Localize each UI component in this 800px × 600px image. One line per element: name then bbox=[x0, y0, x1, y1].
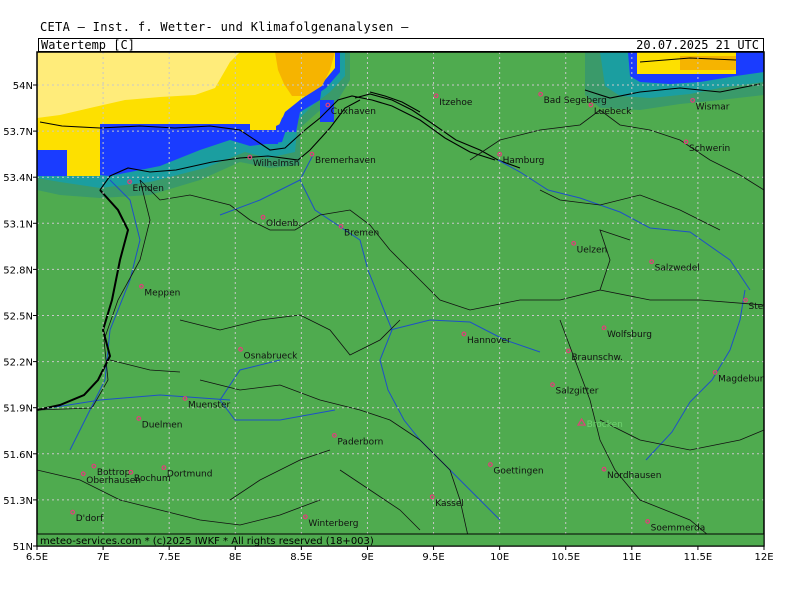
city-label: Braunschw. bbox=[571, 353, 623, 363]
city-label: Itzehoe bbox=[439, 98, 473, 108]
city-label: Schwerin bbox=[689, 144, 730, 154]
city-label: Osnabrueck bbox=[244, 351, 299, 361]
lon-label: 11E bbox=[622, 552, 641, 563]
city-label: Goettingen bbox=[493, 467, 543, 477]
lon-label: 11.5E bbox=[684, 552, 713, 563]
city-label: Stendal bbox=[748, 302, 782, 312]
city-label: Bochum bbox=[134, 474, 171, 484]
lon-label: 6.5E bbox=[26, 552, 48, 563]
city-label: Nordhausen bbox=[607, 471, 661, 481]
city-label: Kassel bbox=[435, 499, 464, 509]
city-label: Hannover bbox=[467, 336, 511, 346]
lat-label: 52.2N bbox=[3, 358, 33, 369]
city-label: Salzgitter bbox=[556, 387, 599, 397]
city-label: Bad Segeberg bbox=[544, 96, 607, 106]
lon-label: 12E bbox=[754, 552, 773, 563]
lat-label: 54N bbox=[13, 81, 33, 92]
city-label: Luebeck bbox=[594, 107, 632, 117]
city-label: Cuxhaven bbox=[331, 107, 376, 117]
footer-credit: meteo-services.com * (c)2025 IWKF * All … bbox=[40, 536, 374, 547]
map-area: Itzehoe Bad SegebergLuebeck Wismar Cuxhaven… bbox=[37, 52, 782, 546]
city-label: D'dorf bbox=[76, 514, 104, 524]
lon-axis-labels: 6.5E 7E 7.5E 8E 8.5E 9E 9.5E 10E 10.5E 11E 11.5E 12… bbox=[26, 546, 774, 563]
lon-label: 8E bbox=[229, 552, 242, 563]
lat-label: 51.6N bbox=[3, 450, 33, 461]
lat-axis-labels: 54N 53.7N 53.4N 53.1N 52.8N 52.5N 52.2N 51.9N 51… bbox=[3, 81, 37, 553]
city-label: Oldenb. bbox=[266, 219, 301, 229]
lat-label: 53.1N bbox=[3, 219, 33, 230]
city-label: Meppen bbox=[144, 288, 180, 298]
city-label: Emden bbox=[133, 184, 164, 194]
peak-label: Brocken bbox=[587, 420, 623, 430]
city-label: Oberhausen bbox=[86, 476, 141, 486]
lon-label: 7E bbox=[97, 552, 110, 563]
lat-label: 51.3N bbox=[3, 496, 33, 507]
lon-label: 8.5E bbox=[290, 552, 312, 563]
lon-label: 10E bbox=[490, 552, 509, 563]
city-label: Wilhelmsh bbox=[253, 159, 300, 169]
lat-label: 51N bbox=[13, 542, 33, 553]
lon-label: 7.5E bbox=[158, 552, 180, 563]
map-canvas: Itzehoe Bad SegebergLuebeck Wismar Cuxhaven… bbox=[3, 51, 782, 563]
city-label: Paderborn bbox=[337, 437, 383, 447]
city-label: Winterberg bbox=[308, 519, 358, 529]
lon-label: 10.5E bbox=[551, 552, 580, 563]
city-label: Bremen bbox=[344, 228, 379, 238]
city-label: Wolfsburg bbox=[607, 330, 652, 340]
lat-label: 53.7N bbox=[3, 127, 33, 138]
lon-label: 9E bbox=[361, 552, 374, 563]
city-label: Dortmund bbox=[167, 470, 213, 480]
city-label: Magdeburg bbox=[718, 374, 769, 384]
lat-label: 52.5N bbox=[3, 312, 33, 323]
lat-label: 51.9N bbox=[3, 404, 33, 415]
city-label: Wismar bbox=[696, 102, 730, 112]
lat-label: 52.8N bbox=[3, 265, 33, 276]
city-label: Salzwedel bbox=[655, 264, 700, 274]
lat-label: 53.4N bbox=[3, 173, 33, 184]
city-label: Hamburg bbox=[503, 156, 545, 166]
city-label: Soemmerda bbox=[651, 523, 706, 533]
city-label: Duelmen bbox=[142, 420, 183, 430]
city-label: Muenster bbox=[188, 400, 230, 410]
city-label: Bremerhaven bbox=[315, 156, 376, 166]
lon-label: 9.5E bbox=[422, 552, 444, 563]
city-label: Uelzen bbox=[577, 245, 608, 255]
